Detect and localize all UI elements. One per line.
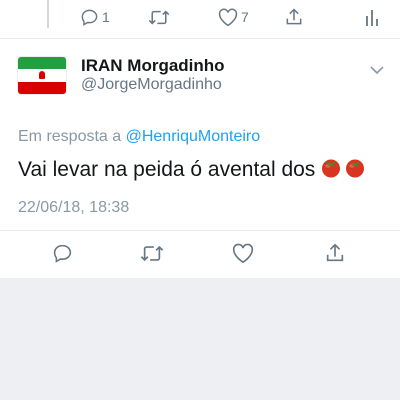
analytics-icon [366, 10, 378, 26]
reply-button[interactable] [52, 238, 73, 268]
retweet-button[interactable] [148, 2, 173, 32]
like-count: 7 [241, 9, 249, 25]
reply-icon [81, 9, 98, 26]
tomato-emoji [344, 156, 366, 184]
reply-button[interactable]: 1 [80, 2, 110, 32]
chevron-down-icon [370, 66, 384, 75]
reply-count: 1 [102, 9, 110, 25]
tweet-text: Vai levar na peida ó avental dos [18, 156, 366, 184]
display-name[interactable]: IRAN Morgadinho [81, 56, 225, 76]
reply-prefix: Em resposta a [18, 128, 126, 145]
divider [0, 230, 400, 231]
retweet-icon [140, 245, 164, 261]
tomato-emoji [320, 156, 342, 184]
avatar[interactable] [18, 57, 66, 94]
tweet-actions [0, 238, 400, 268]
analytics-button[interactable] [364, 2, 380, 32]
share-button[interactable] [284, 2, 304, 32]
heart-icon [218, 8, 238, 26]
previous-tweet-actions: 1 7 [0, 2, 400, 32]
share-icon [326, 243, 344, 262]
like-button[interactable]: 7 [218, 2, 249, 32]
tweet-timestamp: 22/06/18, 18:38 [18, 199, 130, 216]
share-button[interactable] [324, 238, 346, 268]
share-icon [286, 8, 302, 25]
user-handle[interactable]: @JorgeMorgadinho [81, 76, 222, 94]
heart-icon [232, 243, 254, 263]
divider [0, 38, 400, 39]
empty-background-area [0, 278, 400, 400]
like-button[interactable] [232, 238, 254, 268]
retweet-icon [148, 9, 170, 25]
tweet-body: Vai levar na peida ó avental dos [18, 158, 316, 181]
retweet-button[interactable] [140, 238, 164, 268]
iran-flag-emblem [39, 71, 45, 80]
reply-context: Em resposta a @HenriquMonteiro [18, 128, 260, 146]
reply-mention-link[interactable]: @HenriquMonteiro [126, 128, 261, 145]
tweet-menu-button[interactable] [370, 62, 384, 80]
reply-icon [53, 244, 72, 263]
